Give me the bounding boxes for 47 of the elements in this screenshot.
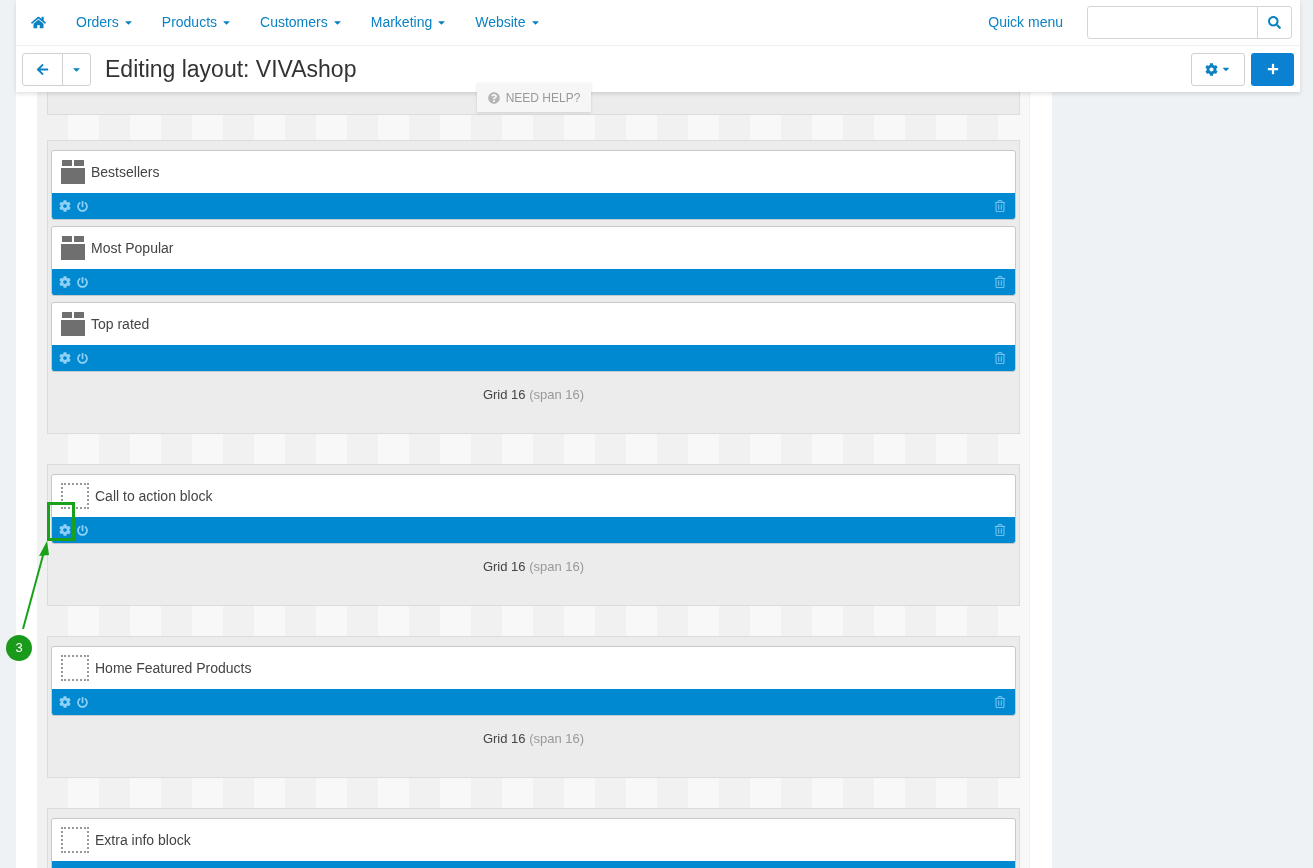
power-icon[interactable]: [77, 200, 88, 212]
settings-icon[interactable]: [59, 200, 71, 212]
settings-icon[interactable]: [59, 352, 71, 364]
block-title: Bestsellers: [91, 162, 160, 182]
question-icon: [487, 91, 500, 104]
trash-icon[interactable]: [994, 696, 1006, 708]
power-icon[interactable]: [77, 524, 88, 536]
nav-menu-item[interactable]: Products: [161, 12, 233, 33]
settings-icon: [1205, 62, 1218, 76]
nav-menu-item[interactable]: Customers: [260, 12, 343, 33]
add-button[interactable]: [1251, 52, 1294, 86]
block-title: Top rated: [91, 314, 150, 334]
settings-icon[interactable]: [59, 276, 71, 288]
block-title: Most Popular: [91, 238, 174, 258]
grid-label: Grid 16 (span 16): [482, 386, 585, 404]
empty-block-icon: [61, 827, 89, 853]
power-icon[interactable]: [77, 696, 88, 708]
empty-block-icon: [61, 655, 89, 681]
empty-block-icon: [61, 483, 89, 509]
power-icon[interactable]: [77, 276, 88, 288]
box-icon: [61, 160, 85, 184]
highlight-frame: [47, 502, 75, 541]
power-icon[interactable]: [77, 352, 88, 364]
search-field[interactable]: [1087, 6, 1292, 39]
settings-icon[interactable]: [59, 696, 71, 708]
quick-menu-link[interactable]: Quick menu: [988, 12, 1063, 33]
trash-icon[interactable]: [994, 524, 1006, 536]
nav-menu-item[interactable]: Website: [475, 12, 541, 33]
need-help-tab[interactable]: NEED HELP?: [477, 83, 591, 112]
trash-icon[interactable]: [994, 200, 1006, 212]
grid-label: Grid 16 (span 16): [482, 730, 585, 748]
nav-menu-item[interactable]: Marketing: [370, 12, 448, 33]
page-title: Editing layout: VIVAshop: [105, 54, 357, 84]
plus-icon: [1266, 63, 1279, 75]
trash-icon[interactable]: [994, 276, 1006, 288]
settings-icon[interactable]: [59, 524, 71, 536]
box-icon: [61, 312, 85, 336]
nav-menu-item[interactable]: Orders: [76, 12, 134, 33]
step-number-badge: 3: [6, 635, 32, 661]
trash-icon[interactable]: [994, 352, 1006, 364]
home-icon[interactable]: [31, 15, 46, 30]
block-title: Extra info block: [95, 830, 191, 850]
block-title: Call to action block: [95, 486, 213, 506]
box-icon: [61, 236, 85, 260]
grid-label: Grid 16 (span 16): [482, 558, 585, 576]
settings-dropdown-button[interactable]: [1191, 52, 1245, 86]
block-title: Home Featured Products: [95, 658, 252, 678]
